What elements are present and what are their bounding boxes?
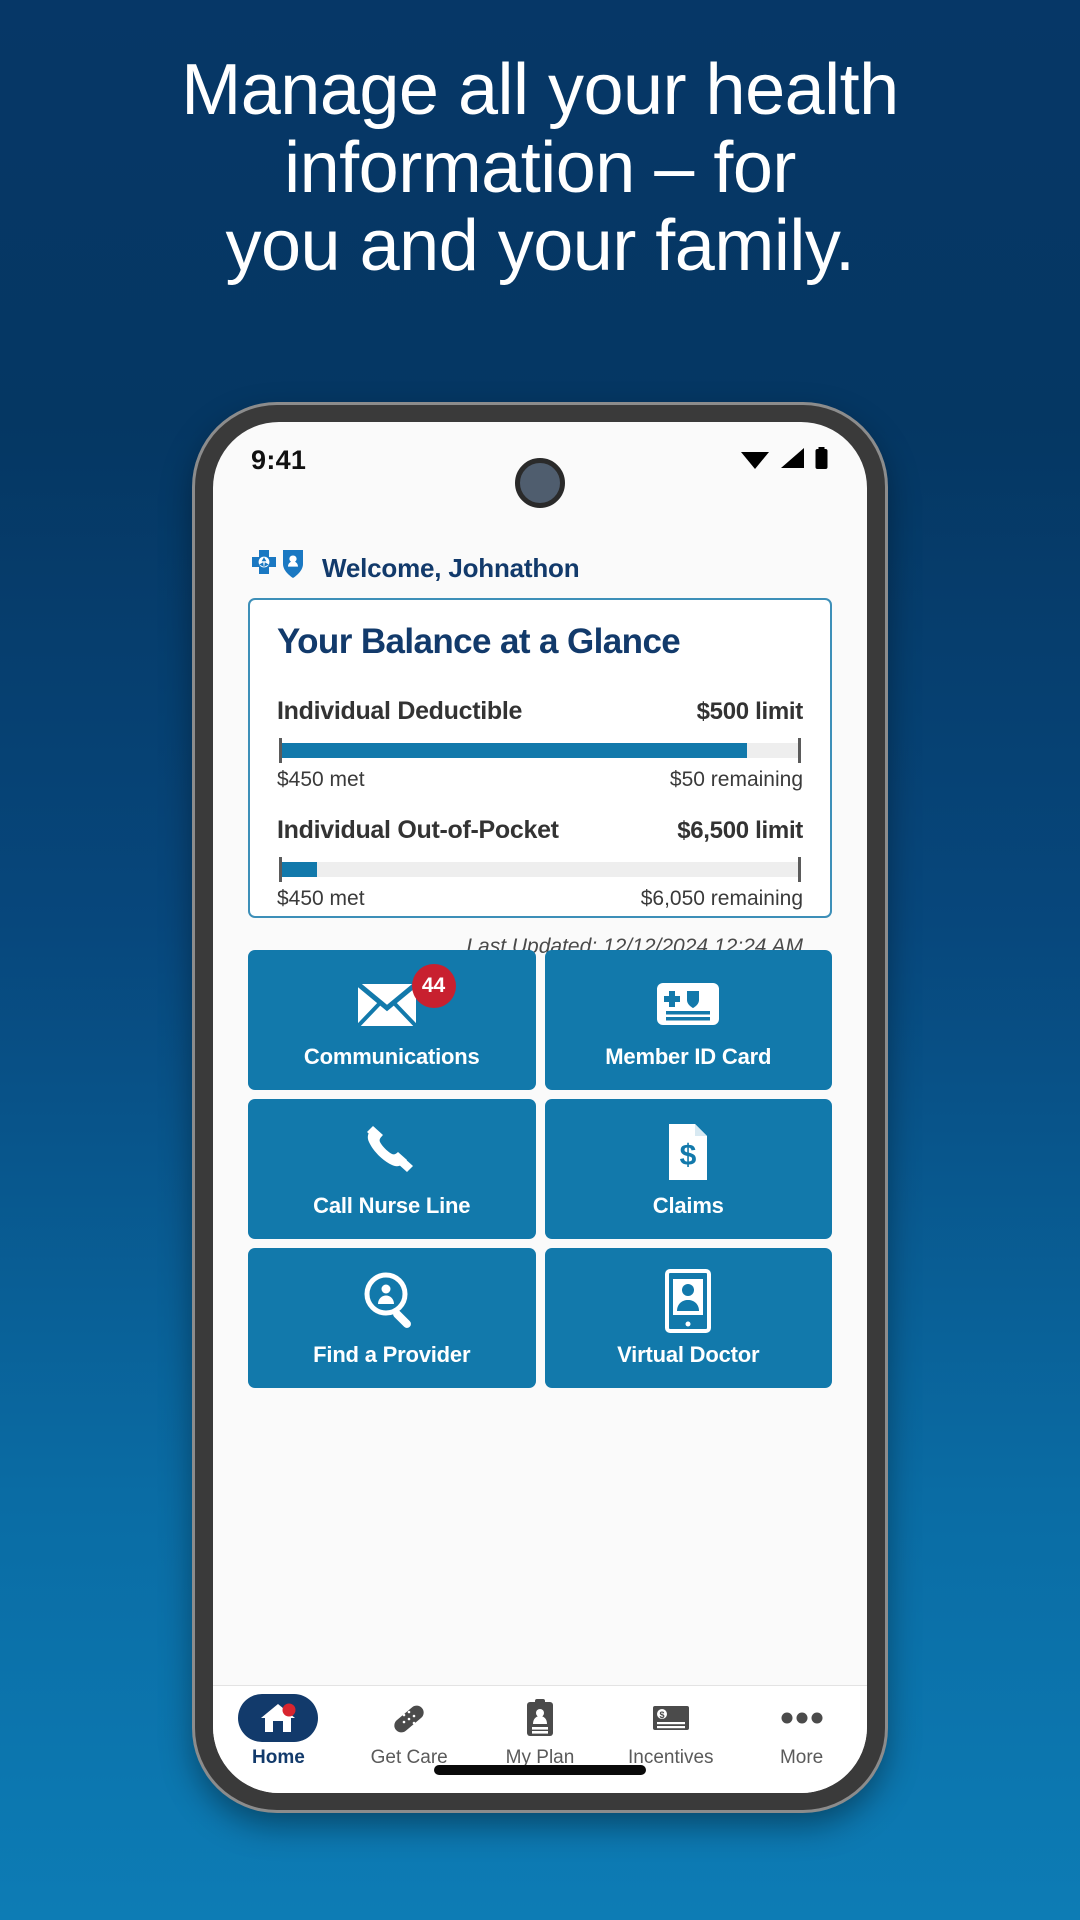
progress-cap-right bbox=[798, 738, 801, 763]
tablet-doctor-icon bbox=[662, 1268, 714, 1334]
progress-cap-left bbox=[279, 738, 282, 763]
nav-label: More bbox=[779, 1747, 824, 1768]
headline-line-1: Manage all your health bbox=[181, 50, 899, 130]
progress-cap-right bbox=[798, 857, 801, 882]
status-icon-group bbox=[740, 446, 829, 475]
money-card-icon: $ bbox=[631, 1694, 711, 1742]
tile-communications[interactable]: 44 Communications bbox=[248, 950, 536, 1090]
metric-limit: $500 limit bbox=[696, 698, 804, 725]
battery-icon bbox=[814, 446, 829, 475]
progress-track bbox=[281, 862, 799, 877]
tile-label: Claims bbox=[652, 1193, 724, 1218]
progress-bar bbox=[277, 738, 803, 763]
tile-label: Member ID Card bbox=[605, 1044, 772, 1069]
tile-member-id-card[interactable]: Member ID Card bbox=[544, 950, 832, 1090]
cellular-signal-icon bbox=[779, 446, 805, 475]
balance-card[interactable]: Your Balance at a Glance Individual Dedu… bbox=[248, 598, 832, 958]
phone-handset-icon bbox=[361, 1119, 423, 1185]
metric-individual-out-of-pocket: Individual Out-of-Pocket $6,500 limit $4… bbox=[277, 816, 803, 911]
headline-line-2: information – for bbox=[284, 127, 796, 208]
phone-mockup: 9:41 Welcome, Johnathon Your Balance at … bbox=[195, 405, 885, 1810]
quick-action-grid: 44 Communications Member ID Card Call Nu… bbox=[248, 950, 832, 1388]
metric-met: $450 met bbox=[277, 887, 365, 910]
nav-item-more[interactable]: More bbox=[736, 1694, 867, 1769]
home-icon bbox=[238, 1694, 319, 1742]
progress-fill bbox=[281, 862, 318, 877]
ellipsis-icon bbox=[762, 1694, 842, 1742]
tile-claims[interactable]: $ Claims bbox=[544, 1099, 832, 1239]
welcome-message: Welcome, Johnathon bbox=[322, 553, 580, 583]
status-time: 9:41 bbox=[251, 444, 307, 475]
magnifier-person-icon bbox=[361, 1268, 423, 1334]
nav-item-incentives[interactable]: $ Incentives bbox=[605, 1694, 736, 1769]
tile-label: Communications bbox=[303, 1044, 480, 1069]
gesture-home-bar[interactable] bbox=[434, 1765, 646, 1775]
nav-label: Home bbox=[252, 1747, 305, 1768]
camera-punch-hole bbox=[515, 458, 565, 508]
metric-met: $450 met bbox=[277, 768, 365, 791]
tile-label: Virtual Doctor bbox=[617, 1342, 760, 1367]
clipboard-icon bbox=[500, 1694, 580, 1742]
progress-bar bbox=[277, 857, 803, 882]
headline-line-3: you and your family. bbox=[225, 205, 855, 286]
unread-badge: 44 bbox=[411, 964, 456, 1008]
nav-item-get-care[interactable]: Get Care bbox=[344, 1694, 475, 1769]
page-headline: Manage all your health information – for… bbox=[0, 50, 1080, 286]
metric-remaining: $50 remaining bbox=[669, 768, 803, 791]
tile-call-nurse-line[interactable]: Call Nurse Line bbox=[248, 1099, 536, 1239]
tile-label: Find a Provider bbox=[313, 1342, 471, 1367]
balance-card-title: Your Balance at a Glance bbox=[277, 622, 681, 661]
app-header: Welcome, Johnathon bbox=[213, 548, 867, 589]
document-dollar-icon: $ bbox=[663, 1119, 713, 1185]
blue-cross-blue-shield-logo bbox=[250, 548, 308, 589]
metric-name: Individual Deductible bbox=[277, 697, 523, 725]
tile-virtual-doctor[interactable]: Virtual Doctor bbox=[544, 1248, 832, 1388]
svg-text:$: $ bbox=[659, 1710, 664, 1720]
progress-fill bbox=[281, 743, 748, 758]
svg-text:$: $ bbox=[680, 1139, 697, 1172]
phone-screen: 9:41 Welcome, Johnathon Your Balance at … bbox=[213, 422, 867, 1793]
metric-limit: $6,500 limit bbox=[677, 817, 803, 844]
metric-individual-deductible: Individual Deductible $500 limit $450 me… bbox=[277, 697, 803, 792]
tile-label: Call Nurse Line bbox=[313, 1193, 471, 1218]
bottom-navigation: Home Get Care My Plan $ Incentives More bbox=[213, 1685, 867, 1793]
id-card-icon bbox=[653, 970, 723, 1036]
metric-name: Individual Out-of-Pocket bbox=[277, 816, 559, 844]
nav-item-home[interactable]: Home bbox=[213, 1694, 344, 1769]
tile-find-a-provider[interactable]: Find a Provider bbox=[248, 1248, 536, 1388]
progress-cap-left bbox=[279, 857, 282, 882]
nav-item-my-plan[interactable]: My Plan bbox=[475, 1694, 606, 1769]
wifi-icon bbox=[740, 446, 770, 475]
metric-remaining: $6,050 remaining bbox=[640, 887, 803, 910]
bandage-icon bbox=[369, 1694, 449, 1742]
